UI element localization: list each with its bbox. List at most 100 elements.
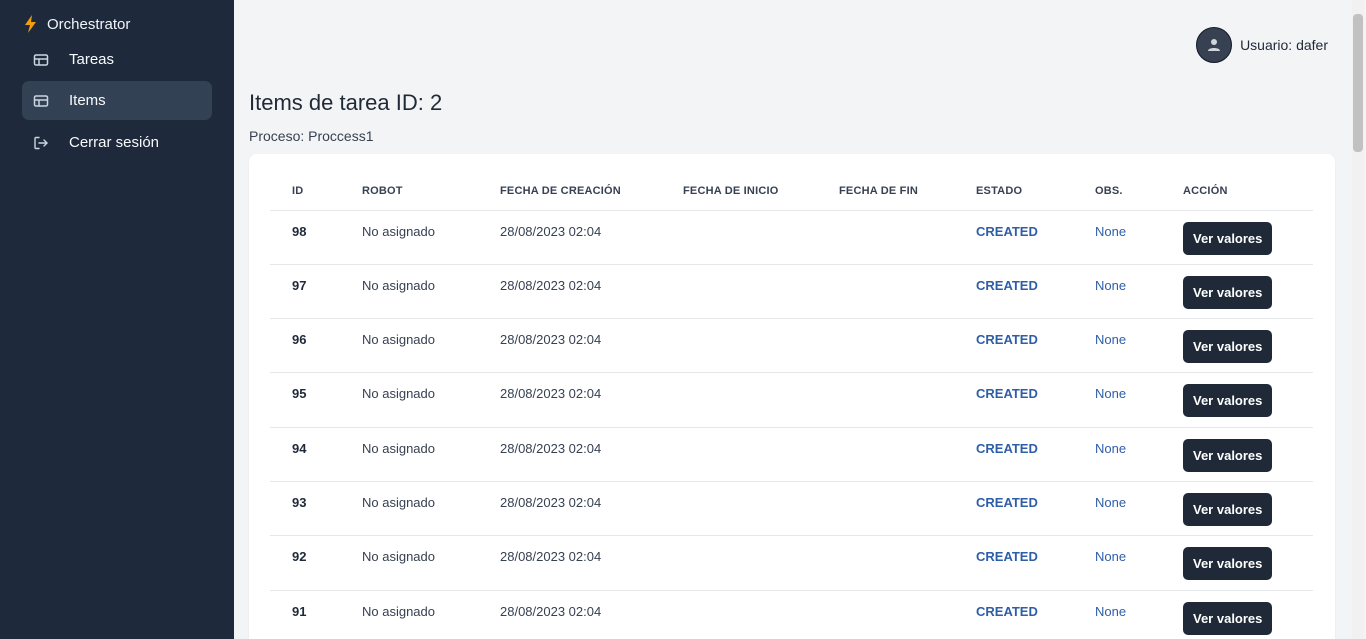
cell-status: CREATED xyxy=(954,372,1073,428)
cell-action: Ver valores xyxy=(1161,427,1313,482)
page-title: Items de tarea ID: 2 xyxy=(249,90,443,115)
sidebar-item-logout[interactable]: Cerrar sesión xyxy=(22,123,212,162)
cell-end xyxy=(817,210,954,265)
cell-robot: No asignado xyxy=(340,427,478,482)
cell-created: 28/08/2023 02:04 xyxy=(478,427,661,482)
cell-action: Ver valores xyxy=(1161,210,1313,265)
cell-action: Ver valores xyxy=(1161,264,1313,320)
cell-robot: No asignado xyxy=(340,535,478,591)
cell-start xyxy=(661,318,817,374)
table-row: 97 No asignado 28/08/2023 02:04 CREATED None… xyxy=(270,264,1313,320)
table-row: 98 No asignado 28/08/2023 02:04 CREATED None… xyxy=(270,210,1313,265)
cell-start xyxy=(661,427,817,482)
cell-start xyxy=(661,210,817,265)
cell-obs: None xyxy=(1073,264,1161,320)
ver-valores-button[interactable]: Ver valores xyxy=(1183,275,1273,309)
cell-status: CREATED xyxy=(954,318,1073,374)
ver-valores-button[interactable]: Ver valores xyxy=(1183,438,1273,472)
ver-valores-button[interactable]: Ver valores xyxy=(1183,601,1273,635)
user-menu[interactable]: Usuario: dafer xyxy=(1196,27,1328,63)
cell-robot: No asignado xyxy=(340,372,478,428)
ver-valores-button[interactable]: Ver valores xyxy=(1183,221,1273,255)
ver-valores-button[interactable]: Ver valores xyxy=(1183,547,1273,581)
cell-obs: None xyxy=(1073,427,1161,482)
cell-id: 98 xyxy=(270,210,340,265)
table-row: 93 No asignado 28/08/2023 02:04 CREATED None… xyxy=(270,481,1313,537)
table-body: 98 No asignado 28/08/2023 02:04 CREATED None… xyxy=(270,210,1313,639)
scrollbar[interactable] xyxy=(1352,0,1364,639)
cell-action: Ver valores xyxy=(1161,372,1313,428)
cell-id: 91 xyxy=(270,590,340,639)
cell-id: 92 xyxy=(270,535,340,591)
table-row: 95 No asignado 28/08/2023 02:04 CREATED None… xyxy=(270,372,1313,428)
avatar[interactable] xyxy=(1196,27,1233,63)
sidebar-item-items[interactable]: Items xyxy=(22,81,212,120)
cell-start xyxy=(661,372,817,428)
header-status: ESTADO xyxy=(954,172,1073,211)
sidebar-item-label: Tareas xyxy=(69,51,115,68)
ver-valores-button[interactable]: Ver valores xyxy=(1183,492,1273,526)
items-table: ID ROBOT FECHA DE CREACIÓN FECHA DE INIC… xyxy=(270,172,1313,639)
cell-obs: None xyxy=(1073,590,1161,639)
cell-action: Ver valores xyxy=(1161,481,1313,537)
table-header-row: ID ROBOT FECHA DE CREACIÓN FECHA DE INIC… xyxy=(270,172,1313,211)
cell-action: Ver valores xyxy=(1161,590,1313,639)
cell-status: CREATED xyxy=(954,427,1073,482)
cell-status: CREATED xyxy=(954,210,1073,265)
cell-created: 28/08/2023 02:04 xyxy=(478,590,661,639)
cell-created: 28/08/2023 02:04 xyxy=(478,264,661,320)
cell-created: 28/08/2023 02:04 xyxy=(478,318,661,374)
header-robot: ROBOT xyxy=(340,172,478,211)
table-icon xyxy=(33,94,49,107)
cell-created: 28/08/2023 02:04 xyxy=(478,210,661,265)
cell-created: 28/08/2023 02:04 xyxy=(478,372,661,428)
cell-id: 97 xyxy=(270,264,340,320)
table-row: 96 No asignado 28/08/2023 02:04 CREATED None… xyxy=(270,318,1313,374)
cell-action: Ver valores xyxy=(1161,535,1313,591)
table-row: 91 No asignado 28/08/2023 02:04 CREATED None… xyxy=(270,590,1313,639)
cell-status: CREATED xyxy=(954,481,1073,537)
cell-start xyxy=(661,481,817,537)
table-row: 92 No asignado 28/08/2023 02:04 CREATED None… xyxy=(270,535,1313,591)
cell-end xyxy=(817,427,954,482)
sidebar-item-label: Items xyxy=(69,92,106,109)
cell-status: CREATED xyxy=(954,590,1073,639)
cell-action: Ver valores xyxy=(1161,318,1313,374)
cell-start xyxy=(661,535,817,591)
header-id: ID xyxy=(270,172,340,211)
brand[interactable]: Orchestrator xyxy=(24,15,130,33)
cell-status: CREATED xyxy=(954,264,1073,320)
sidebar: Orchestrator Tareas Items Cerrar sesión xyxy=(0,0,234,639)
header-end: FECHA DE FIN xyxy=(817,172,954,211)
cell-start xyxy=(661,590,817,639)
scrollbar-thumb[interactable] xyxy=(1353,14,1363,152)
page-subtitle: Proceso: Proccess1 xyxy=(249,128,374,144)
cell-obs: None xyxy=(1073,210,1161,265)
cell-obs: None xyxy=(1073,535,1161,591)
cell-id: 95 xyxy=(270,372,340,428)
lightning-icon xyxy=(25,15,36,33)
items-card: ID ROBOT FECHA DE CREACIÓN FECHA DE INIC… xyxy=(249,154,1335,639)
cell-obs: None xyxy=(1073,318,1161,374)
logout-icon xyxy=(34,136,48,149)
cell-end xyxy=(817,535,954,591)
table-row: 94 No asignado 28/08/2023 02:04 CREATED None… xyxy=(270,427,1313,482)
cell-end xyxy=(817,481,954,537)
table-icon xyxy=(33,53,49,66)
cell-robot: No asignado xyxy=(340,210,478,265)
header-created: FECHA DE CREACIÓN xyxy=(478,172,661,211)
cell-start xyxy=(661,264,817,320)
ver-valores-button[interactable]: Ver valores xyxy=(1183,330,1273,364)
cell-robot: No asignado xyxy=(340,264,478,320)
sidebar-item-tareas[interactable]: Tareas xyxy=(22,40,212,79)
sidebar-item-label: Cerrar sesión xyxy=(69,134,160,151)
cell-created: 28/08/2023 02:04 xyxy=(478,481,661,537)
cell-end xyxy=(817,264,954,320)
app-title: Orchestrator xyxy=(47,15,131,33)
cell-obs: None xyxy=(1073,481,1161,537)
header-start: FECHA DE INICIO xyxy=(661,172,817,211)
cell-robot: No asignado xyxy=(340,590,478,639)
cell-obs: None xyxy=(1073,372,1161,428)
ver-valores-button[interactable]: Ver valores xyxy=(1183,384,1273,418)
user-label: Usuario: dafer xyxy=(1240,37,1328,53)
